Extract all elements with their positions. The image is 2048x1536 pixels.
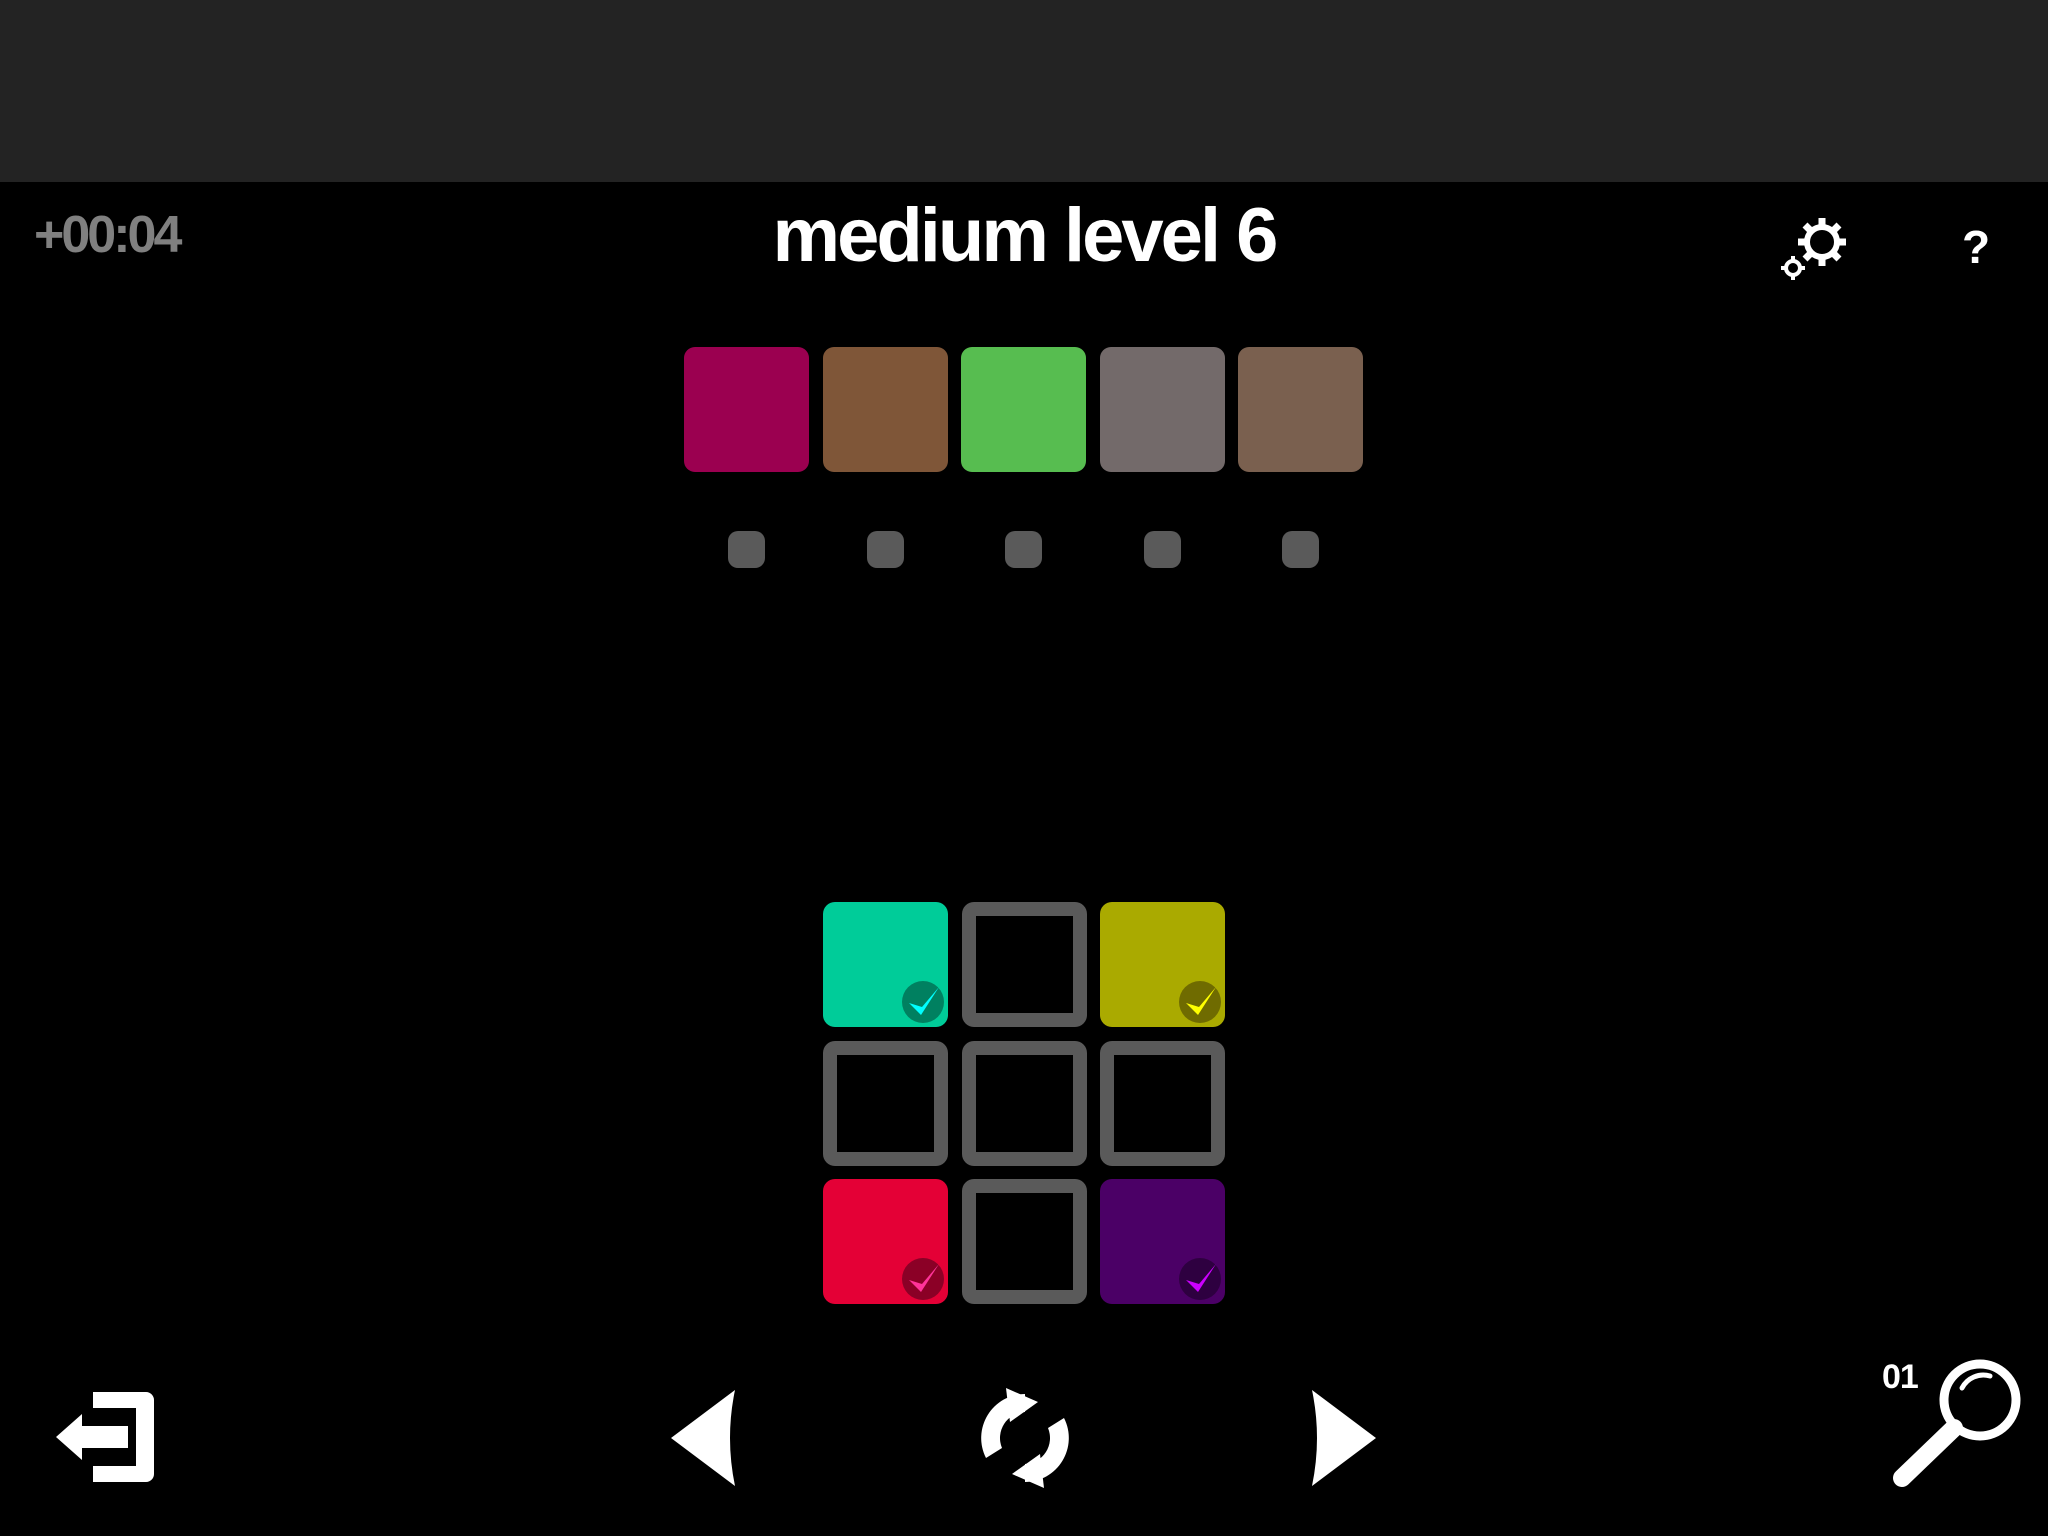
grid-cell-empty[interactable] <box>823 1040 948 1166</box>
target-color-swatch <box>1238 347 1364 472</box>
check-icon <box>902 1258 944 1301</box>
refresh-icon[interactable] <box>976 1388 1074 1493</box>
grid-cell-empty[interactable] <box>961 1040 1087 1166</box>
check-icon <box>902 981 944 1023</box>
progress-dot <box>728 531 765 568</box>
target-color-swatch <box>961 347 1087 472</box>
target-color-swatch <box>684 347 809 472</box>
page-title: medium level 6 <box>772 193 1279 278</box>
grid-cell-filled[interactable] <box>1100 902 1226 1027</box>
target-color-swatch <box>822 347 948 472</box>
check-icon <box>1179 1258 1222 1301</box>
exit-icon[interactable] <box>56 1388 156 1491</box>
help-button[interactable]: ? <box>1962 220 1990 274</box>
gear-icon[interactable] <box>1776 212 1854 291</box>
progress-dot <box>1282 531 1320 568</box>
top-status-bar <box>0 0 2048 182</box>
grid-cell-empty[interactable] <box>1100 1040 1226 1166</box>
progress-dot <box>1143 531 1181 568</box>
grid-cell-empty[interactable] <box>961 1179 1087 1305</box>
target-color-swatch <box>1099 347 1225 472</box>
arrow-right-icon[interactable] <box>1310 1390 1376 1491</box>
magnifier-icon[interactable] <box>1888 1354 2028 1495</box>
check-icon <box>1179 981 1222 1023</box>
progress-dot <box>866 531 904 568</box>
grid-cell-filled[interactable] <box>1100 1179 1226 1305</box>
grid-cell-empty[interactable] <box>961 902 1087 1027</box>
progress-dot <box>1005 531 1043 568</box>
grid-cell-filled[interactable] <box>823 1179 948 1305</box>
arrow-left-icon[interactable] <box>671 1390 737 1491</box>
grid-cell-filled[interactable] <box>823 902 948 1027</box>
